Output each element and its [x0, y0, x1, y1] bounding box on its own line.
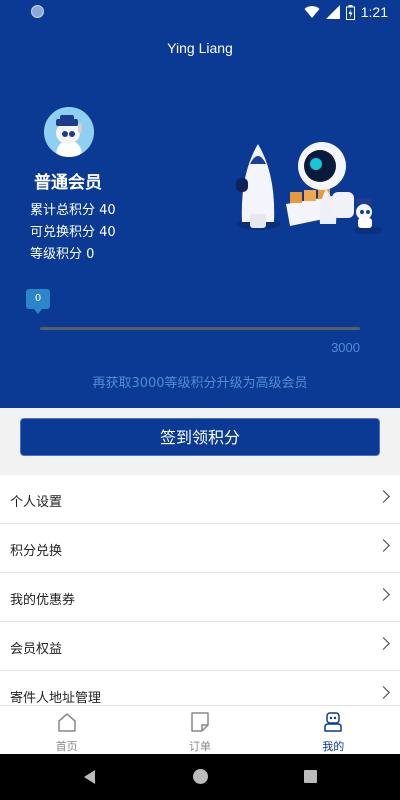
tab-label: 订单	[188, 740, 211, 753]
member-header: Ying Liang 普通会员 累计总积分 40 可兑换积分 40 等级积分 0	[0, 24, 400, 408]
robot-avatar-icon	[44, 107, 94, 157]
settings-menu: 个人设置 积分兑换 我的优惠券 会员权益 寄件人地址管理	[0, 475, 400, 720]
avatar[interactable]	[44, 107, 94, 157]
chevron-right-icon	[377, 490, 390, 503]
menu-item-points-exchange[interactable]: 积分兑换	[0, 524, 400, 573]
menu-item-label: 积分兑换	[10, 544, 63, 559]
recents-icon[interactable]	[304, 770, 317, 783]
menu-item-personal-settings[interactable]: 个人设置	[0, 475, 400, 524]
tab-profile[interactable]: 我的	[267, 706, 400, 754]
progress-max-label: 3000	[331, 340, 360, 355]
tab-label: 首页	[55, 740, 78, 753]
status-icons: 1:21	[304, 3, 388, 21]
wifi-icon	[304, 6, 320, 19]
username: Ying Liang	[167, 40, 233, 56]
chevron-right-icon	[377, 539, 390, 552]
system-nav-bar	[0, 754, 400, 800]
back-icon[interactable]	[84, 770, 95, 784]
redeemable-points: 可兑换积分 40	[30, 225, 116, 240]
bottom-tab-bar: 首页 订单 我的	[0, 705, 400, 754]
home-nav-icon[interactable]	[193, 769, 208, 784]
checkin-button[interactable]: 签到领积分	[20, 418, 380, 456]
progress-value-bubble: 0	[26, 289, 50, 314]
cellular-icon	[325, 5, 340, 19]
chevron-right-icon	[377, 588, 390, 601]
chevron-right-icon	[377, 637, 390, 650]
chevron-right-icon	[377, 686, 390, 699]
member-tier: 普通会员	[34, 173, 102, 193]
menu-item-label: 寄件人地址管理	[10, 691, 102, 706]
menu-item-label: 个人设置	[10, 495, 63, 510]
app-screen: 1:21 Ying Liang 普通会员 累计总积分 40 可兑换积分 40 等…	[0, 0, 400, 800]
tab-label: 我的	[322, 740, 345, 753]
total-points: 累计总积分 40	[30, 203, 116, 218]
checkin-section: 签到领积分	[0, 408, 400, 474]
notification-icon	[31, 5, 44, 18]
level-points: 等级积分 0	[30, 247, 95, 262]
battery-icon	[345, 4, 355, 20]
menu-item-member-benefits[interactable]: 会员权益	[0, 622, 400, 671]
clock: 1:21	[360, 4, 388, 20]
profile-icon	[324, 712, 343, 732]
upgrade-hint: 再获取3000等级积分升级为高级会员	[92, 376, 308, 391]
tab-home[interactable]: 首页	[0, 706, 133, 754]
menu-item-label: 我的优惠券	[10, 593, 76, 608]
home-icon	[57, 713, 76, 732]
menu-item-my-coupons[interactable]: 我的优惠券	[0, 573, 400, 622]
menu-item-label: 会员权益	[10, 642, 63, 657]
level-progress-bar	[40, 327, 360, 330]
status-bar: 1:21	[0, 0, 400, 24]
rocket-astronaut-illustration	[236, 142, 382, 234]
order-icon	[191, 712, 209, 732]
tab-orders[interactable]: 订单	[133, 706, 266, 754]
